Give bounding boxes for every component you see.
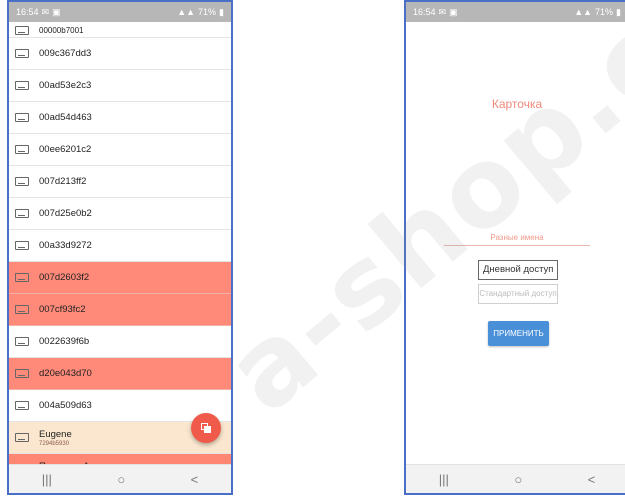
home-button[interactable]: ○: [117, 472, 125, 487]
tag-icon: [15, 401, 29, 410]
access-type-input[interactable]: Стандартный доступ: [478, 284, 558, 304]
list-item[interactable]: 0022639f6b: [9, 326, 231, 358]
list-item[interactable]: 007d2603f2: [9, 262, 231, 294]
nav-bar: ||| ○ <: [406, 464, 625, 493]
status-bar: 16:54 ✉ ▣ ▲▲ 71% ▮: [406, 2, 625, 22]
list-item-title: 007d2603f2: [39, 272, 90, 283]
notification-icon: ✉: [41, 6, 50, 17]
list-item-title: 00ad54d463: [39, 112, 92, 123]
tag-icon: [15, 177, 29, 186]
back-button[interactable]: <: [191, 472, 199, 487]
list-item-text: 00000b7001: [39, 27, 84, 35]
list-item-text: 00ad54d463: [39, 112, 92, 123]
list-item[interactable]: 007d213ff2: [9, 166, 231, 198]
battery-level: 71%: [198, 7, 217, 17]
list-item-text: 004a509d63: [39, 400, 92, 411]
list-item-text: 009c367dd3: [39, 48, 91, 59]
phone-screen-card: 16:54 ✉ ▣ ▲▲ 71% ▮ Карточка Разные имена…: [404, 0, 625, 495]
tag-icon: [15, 241, 29, 250]
tag-icon: [15, 81, 29, 90]
list-item[interactable]: 007d25e0b2: [9, 198, 231, 230]
tag-icon: [15, 273, 29, 282]
list-item-text: 00a33d9272: [39, 240, 92, 251]
list-item-title: d20e043d70: [39, 368, 92, 379]
tag-icon: [15, 337, 29, 346]
tag-icon: [15, 49, 29, 58]
status-time: 16:54: [413, 7, 436, 17]
status-time: 16:54: [16, 7, 39, 17]
device-list[interactable]: 00000b7001 009c367dd3 00ad53e2c3 00ad54d463…: [9, 22, 231, 465]
list-item-title: 00ad53e2c3: [39, 80, 92, 91]
gallery-icon: ▣: [52, 6, 61, 17]
tag-icon: [15, 145, 29, 154]
signal-icon: ▲▲: [574, 7, 593, 17]
list-item-subtitle: 7294b5930: [39, 440, 70, 447]
names-input[interactable]: Разные имена: [444, 231, 590, 246]
notification-icon: ✉: [438, 6, 447, 17]
list-item-title: 0022639f6b: [39, 336, 90, 347]
day-access-select[interactable]: Дневной доступ: [478, 260, 559, 280]
tag-icon: [15, 113, 29, 122]
copy-icon: [201, 423, 211, 433]
tag-icon: [15, 26, 29, 35]
battery-level: 71%: [595, 7, 614, 17]
list-item-text: 007d25e0b2: [39, 208, 92, 219]
battery-icon: ▮: [219, 6, 224, 17]
nav-bar: ||| ○ <: [9, 464, 231, 493]
list-item-title: 00ee6201c2: [39, 144, 92, 155]
list-item-text: 007cf93fc2: [39, 304, 85, 315]
copy-fab-button[interactable]: [191, 413, 221, 443]
home-button[interactable]: ○: [514, 472, 522, 487]
list-item-text: 007d213ff2: [39, 176, 86, 187]
apply-button[interactable]: ПРИМЕНИТЬ: [488, 321, 549, 346]
list-item[interactable]: d20e043d70: [9, 358, 231, 390]
tag-icon: [15, 305, 29, 314]
status-bar: 16:54 ✉ ▣ ▲▲ 71% ▮: [9, 2, 231, 22]
list-item-text: 00ad53e2c3: [39, 80, 91, 91]
card-form: Карточка Разные имена Дневной доступ Ста…: [406, 22, 625, 465]
card-title: Карточка: [491, 97, 543, 111]
list-item-title: 00a33d9272: [39, 240, 92, 251]
recent-apps-button[interactable]: |||: [42, 472, 52, 487]
phone-screen-list: 16:54 ✉ ▣ ▲▲ 71% ▮ 00000b7001 009c367dd3 0…: [7, 0, 233, 495]
list-item[interactable]: 00ee6201c2: [9, 134, 231, 166]
list-item[interactable]: 007cf93fc2: [9, 294, 231, 326]
list-item-text: 0022639f6b: [39, 336, 89, 347]
list-item-title: 007d25e0b2: [39, 208, 92, 219]
list-item-text: 007d2603f2: [39, 272, 89, 283]
list-item[interactable]: 00000b7001: [9, 22, 231, 38]
list-item[interactable]: 009c367dd3: [9, 38, 231, 70]
list-item-title: 004a509d63: [39, 400, 92, 411]
list-item[interactable]: 00ad53e2c3: [9, 70, 231, 102]
gallery-icon: ▣: [449, 6, 458, 17]
list-item-text: d20e043d70: [39, 368, 92, 379]
list-item-title: Eugene: [39, 428, 72, 440]
list-item-title: 007d213ff2: [39, 176, 87, 187]
list-item[interactable]: 00a33d9272: [9, 230, 231, 262]
signal-icon: ▲▲: [177, 7, 196, 17]
battery-icon: ▮: [616, 6, 621, 17]
tag-icon: [15, 209, 29, 218]
recent-apps-button[interactable]: |||: [439, 472, 449, 487]
list-item-text: 00ee6201c2: [39, 144, 91, 155]
tag-icon: [15, 433, 29, 442]
list-item-text: Eugene 7294b5930: [39, 429, 72, 447]
list-item[interactable]: 00ad54d463: [9, 102, 231, 134]
back-button[interactable]: <: [588, 472, 596, 487]
list-item-title: 00000b7001: [39, 26, 84, 35]
tag-icon: [15, 369, 29, 378]
list-item-title: 007cf93fc2: [39, 304, 86, 315]
list-item-title: 009c367dd3: [39, 48, 92, 59]
